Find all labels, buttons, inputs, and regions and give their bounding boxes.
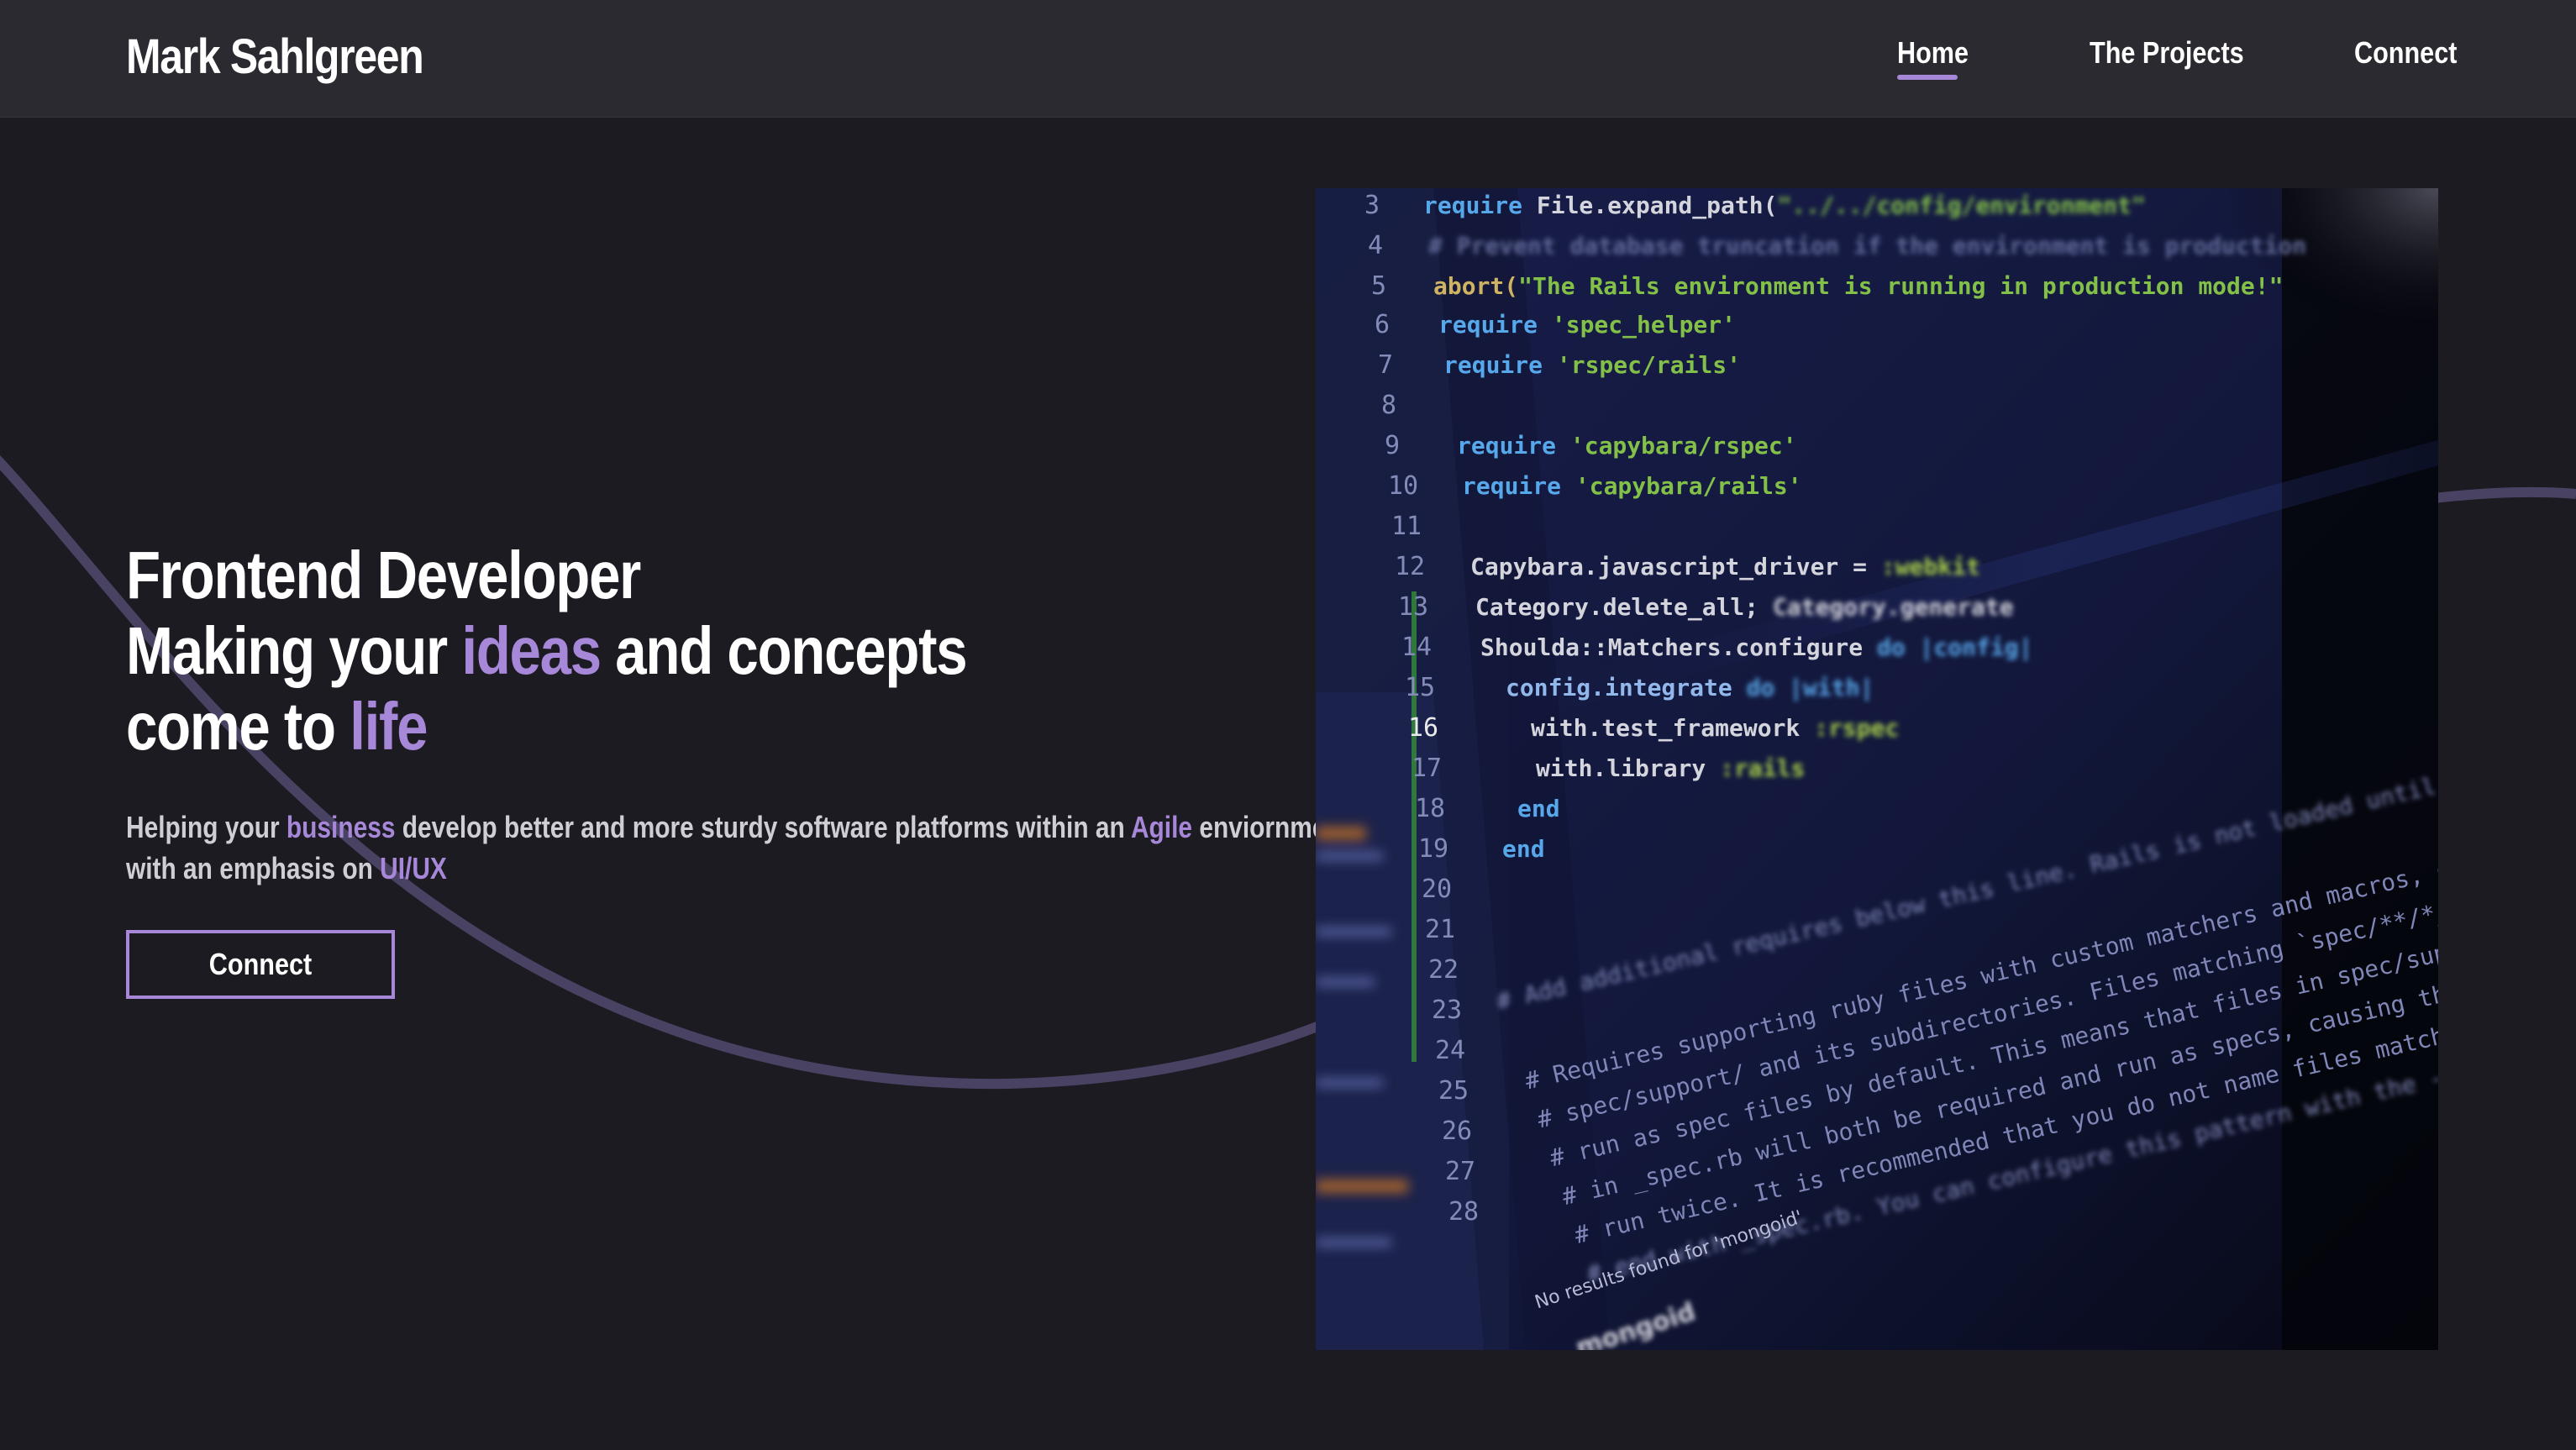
- hero-title-line-2: Making your ideas and concepts: [126, 613, 1008, 689]
- hero-subtitle-text: with an emphasis on: [126, 851, 381, 885]
- hero-title-text: Making your: [126, 613, 462, 688]
- brand-logo[interactable]: Mark Sahlgreen: [126, 29, 424, 85]
- hero-subtitle-line-1: Helping your business develop better and…: [126, 806, 1357, 848]
- connect-button[interactable]: Connect: [126, 930, 395, 999]
- connect-button-label: Connect: [208, 947, 313, 981]
- hero-title: Frontend Developer Making your ideas and…: [126, 538, 1008, 764]
- hero-title-accent-ideas: ideas: [461, 613, 602, 688]
- hero-subtitle-accent-agile: Agile: [1130, 810, 1193, 844]
- hero-subtitle-line-2: with an emphasis on UI/UX: [126, 848, 1326, 889]
- nav-link-connect[interactable]: Connect: [2354, 35, 2457, 71]
- hero-title-line-3: come to life: [126, 689, 1008, 764]
- hero-title-text: come to: [126, 689, 350, 764]
- nav-link-projects[interactable]: The Projects: [2090, 35, 2244, 71]
- hero-title-text: and concepts: [600, 613, 967, 688]
- hero-subtitle-accent-business: business: [286, 810, 396, 844]
- top-navbar: Mark Sahlgreen Home The Projects Connect: [0, 0, 2576, 118]
- nav-active-indicator: [1897, 75, 1958, 80]
- hero-subtitle-text: Helping your: [126, 810, 287, 844]
- code-image-illustration: 345 678 91011 121314 151617 181920 21222…: [1316, 188, 2438, 1350]
- hero-title-line-1: Frontend Developer: [126, 538, 641, 612]
- nav-link-home[interactable]: Home: [1897, 35, 1969, 71]
- hero-subtitle: Helping your business develop better and…: [126, 806, 1357, 889]
- hero-subtitle-text: develop better and more sturdy software …: [395, 810, 1131, 844]
- hero-subtitle-accent-uiux: UI/UX: [380, 851, 447, 885]
- hero-code-image: 345 678 9 10 11 12 13 14 15 16 17 18 19 20 21 22 2…: [1316, 188, 2438, 1350]
- hero-title-accent-life: life: [350, 689, 428, 764]
